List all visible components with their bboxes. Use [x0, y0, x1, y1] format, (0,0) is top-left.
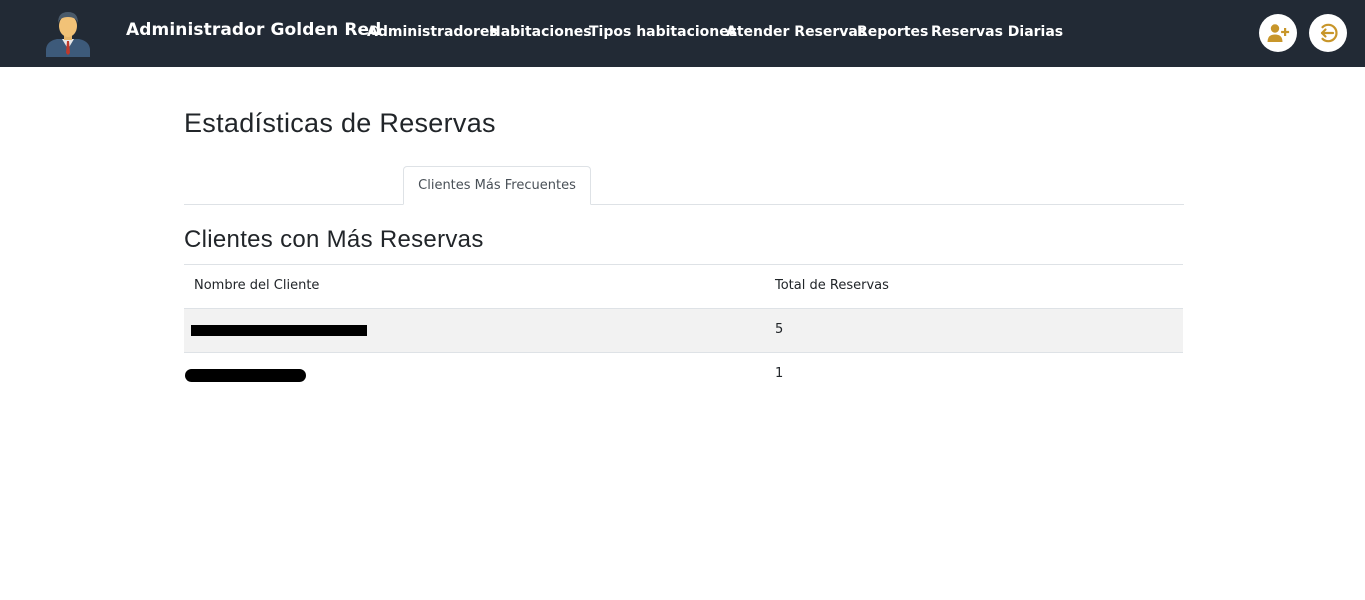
redacted-client-name — [191, 325, 367, 336]
table-header-row: Nombre del Cliente Total de Reservas — [184, 264, 1183, 308]
admin-avatar-icon — [46, 12, 90, 57]
page-title: Estadísticas de Reservas — [184, 108, 496, 138]
redacted-client-name — [185, 369, 306, 382]
clients-table: Nombre del Cliente Total de Reservas 5 1 — [184, 264, 1183, 396]
nav-link-reservas-diarias[interactable]: Reservas Diarias — [931, 24, 1063, 40]
logout-icon — [1320, 23, 1338, 43]
nav-link-reportes[interactable]: Reportes — [857, 24, 928, 40]
tab-clientes-mas-frecuentes[interactable]: Clientes Más Frecuentes — [403, 166, 591, 205]
column-header-nombre: Nombre del Cliente — [194, 278, 320, 293]
logout-button[interactable] — [1309, 14, 1347, 52]
nav-link-tipos-habitaciones[interactable]: Tipos habitaciones — [589, 24, 737, 40]
total-reservas-cell: 5 — [775, 322, 784, 337]
add-user-button[interactable] — [1259, 14, 1297, 52]
nav-link-habitaciones[interactable]: Habitaciones — [489, 24, 592, 40]
column-header-total: Total de Reservas — [775, 278, 889, 293]
add-user-icon — [1267, 24, 1290, 42]
top-navbar: Administrador Golden Red Administradores… — [0, 0, 1365, 67]
table-row: 1 — [184, 352, 1183, 396]
table-row: 5 — [184, 308, 1183, 352]
brand-title[interactable]: Administrador Golden Red — [126, 20, 381, 40]
tabs-divider — [184, 204, 1184, 205]
nav-link-administradores[interactable]: Administradores — [367, 24, 498, 40]
nav-link-atender-reservas[interactable]: Atender Reservas — [726, 24, 866, 40]
section-title: Clientes con Más Reservas — [184, 226, 484, 253]
total-reservas-cell: 1 — [775, 366, 784, 381]
